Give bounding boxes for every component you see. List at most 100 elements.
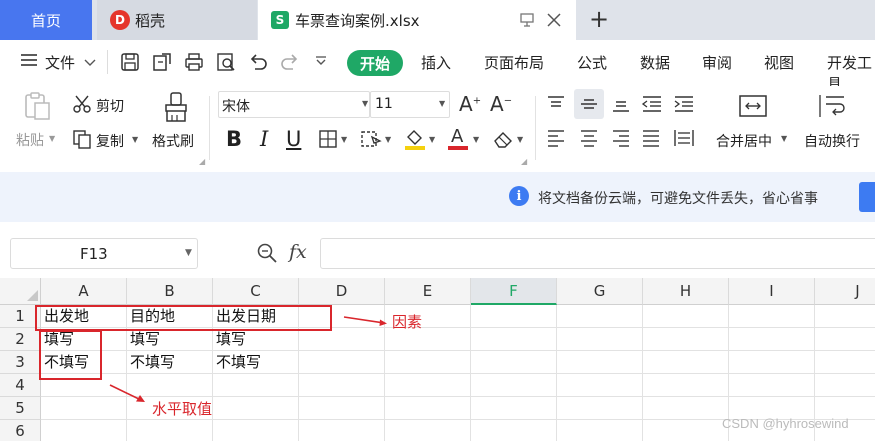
cell-f1[interactable] (471, 305, 557, 328)
row-header-2[interactable]: 2 (0, 328, 41, 351)
save-icon[interactable] (120, 52, 140, 76)
cell-f2[interactable] (471, 328, 557, 351)
column-header-d[interactable]: D (299, 278, 385, 305)
cell-g5[interactable] (557, 397, 643, 420)
menu-tab-view[interactable]: 视图 (764, 52, 794, 73)
justify-icon[interactable] (641, 128, 661, 152)
align-center-icon[interactable] (579, 128, 599, 152)
clear-format-dropdown-icon[interactable]: ▼ (517, 135, 523, 144)
font-color-icon[interactable]: A (447, 125, 469, 155)
cell-i3[interactable] (729, 351, 815, 374)
tab-home[interactable]: 首页 (0, 0, 92, 40)
menu-tab-page-layout[interactable]: 页面布局 (484, 52, 544, 73)
cell-g3[interactable] (557, 351, 643, 374)
cell-e6[interactable] (385, 420, 471, 441)
name-box-dropdown-icon[interactable]: ▼ (185, 248, 192, 258)
column-header-c[interactable]: C (213, 278, 299, 305)
dialog-launcher-icon[interactable]: ◢ (521, 157, 527, 166)
chevron-down-icon[interactable] (84, 55, 96, 71)
cell-h6[interactable] (643, 420, 729, 441)
undo-icon[interactable] (248, 52, 268, 76)
export-icon[interactable] (152, 52, 172, 76)
column-header-j[interactable]: J (815, 278, 875, 305)
underline-button[interactable]: U (286, 127, 301, 151)
paste-icon[interactable] (22, 91, 52, 125)
row-header-4[interactable]: 4 (0, 374, 41, 397)
column-header-g[interactable]: G (557, 278, 643, 305)
font-name-dropdown-icon[interactable]: ▼ (362, 99, 368, 108)
cell-f5[interactable] (471, 397, 557, 420)
cell-j1[interactable] (815, 305, 875, 328)
cell-b2[interactable]: 填写 (127, 328, 213, 351)
print-icon[interactable] (184, 52, 204, 76)
column-header-b[interactable]: B (127, 278, 213, 305)
increase-indent-icon[interactable] (673, 94, 695, 118)
align-top-icon[interactable] (546, 94, 566, 118)
copy-label[interactable]: 复制 (96, 131, 124, 151)
wrap-text-icon[interactable] (818, 93, 848, 123)
cell-h2[interactable] (643, 328, 729, 351)
cell-i4[interactable] (729, 374, 815, 397)
merge-dropdown-icon[interactable]: ▼ (781, 134, 787, 143)
cell-d3[interactable] (299, 351, 385, 374)
align-left-icon[interactable] (546, 128, 566, 152)
borders-dropdown-icon[interactable]: ▼ (341, 135, 347, 144)
dialog-launcher-icon[interactable]: ◢ (199, 157, 205, 166)
cell-g1[interactable] (557, 305, 643, 328)
borders-icon[interactable] (318, 129, 338, 153)
cell-d5[interactable] (299, 397, 385, 420)
cell-f4[interactable] (471, 374, 557, 397)
cell-i2[interactable] (729, 328, 815, 351)
format-painter-icon[interactable] (162, 91, 190, 127)
copy-icon[interactable] (72, 129, 92, 153)
redo-icon[interactable] (280, 52, 300, 76)
row-header-3[interactable]: 3 (0, 351, 41, 374)
clear-format-icon[interactable] (492, 129, 514, 153)
column-header-f[interactable]: F (471, 278, 557, 305)
cell-f3[interactable] (471, 351, 557, 374)
increase-font-size-icon[interactable]: A+ (459, 92, 481, 116)
bold-button[interactable]: B (226, 127, 242, 151)
align-bottom-icon[interactable] (611, 94, 631, 118)
column-header-a[interactable]: A (41, 278, 127, 305)
cell-a6[interactable] (41, 420, 127, 441)
merge-center-icon[interactable] (738, 93, 768, 123)
align-right-icon[interactable] (611, 128, 631, 152)
cell-c3[interactable]: 不填写 (213, 351, 299, 374)
cell-h3[interactable] (643, 351, 729, 374)
formula-input[interactable] (320, 238, 875, 269)
paste-dropdown-icon[interactable]: ▼ (49, 134, 55, 143)
insert-function-button[interactable]: fx (289, 241, 307, 263)
cell-h4[interactable] (643, 374, 729, 397)
column-header-i[interactable]: I (729, 278, 815, 305)
distributed-align-icon[interactable] (673, 128, 695, 152)
menu-tab-formulas[interactable]: 公式 (577, 52, 607, 73)
font-color-dropdown-icon[interactable]: ▼ (473, 135, 479, 144)
cell-c6[interactable] (213, 420, 299, 441)
row-header-5[interactable]: 5 (0, 397, 41, 420)
cell-j4[interactable] (815, 374, 875, 397)
fill-color-dropdown-icon[interactable]: ▼ (429, 135, 435, 144)
align-middle-icon[interactable] (579, 94, 599, 118)
print-preview-icon[interactable] (216, 52, 236, 76)
cell-g2[interactable] (557, 328, 643, 351)
cell-d4[interactable] (299, 374, 385, 397)
paste-label[interactable]: 粘贴 (16, 130, 44, 150)
menu-tab-start[interactable]: 开始 (347, 50, 403, 76)
column-header-h[interactable]: H (643, 278, 729, 305)
font-size-dropdown-icon[interactable]: ▼ (439, 99, 445, 108)
menu-tab-insert[interactable]: 插入 (421, 52, 451, 73)
cell-h5[interactable] (643, 397, 729, 420)
cell-b6[interactable] (127, 420, 213, 441)
menu-tab-data[interactable]: 数据 (640, 52, 670, 73)
copy-dropdown-icon[interactable]: ▼ (132, 135, 138, 144)
cell-e4[interactable] (385, 374, 471, 397)
cell-c5[interactable] (213, 397, 299, 420)
column-header-e[interactable]: E (385, 278, 471, 305)
hamburger-icon[interactable] (20, 52, 38, 72)
cell-g6[interactable] (557, 420, 643, 441)
cell-e5[interactable] (385, 397, 471, 420)
cell-style-dropdown-icon[interactable]: ▼ (385, 135, 391, 144)
menu-tab-review[interactable]: 审阅 (702, 52, 732, 73)
decrease-font-size-icon[interactable]: A− (490, 92, 512, 116)
